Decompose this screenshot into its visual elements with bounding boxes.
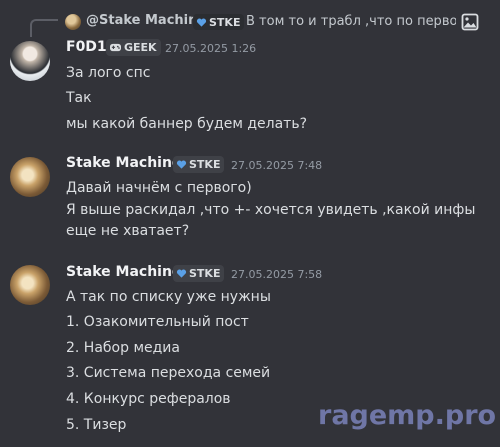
message-text: 3. Система перехода семей	[66, 365, 271, 381]
heart-shield-icon	[176, 269, 187, 278]
server-tag[interactable]: GEEK	[106, 39, 161, 56]
message-text: За лого спс	[66, 65, 151, 81]
message-text: 5. Тизер	[66, 417, 127, 433]
timestamp: 27.05.2025 7:58	[231, 268, 323, 281]
author-name[interactable]: F0D1	[66, 39, 107, 55]
heart-shield-icon	[196, 18, 207, 27]
gamepad-icon	[110, 43, 121, 52]
reply-preview[interactable]: @Stake Machine STKE В том то и трабл ,чт…	[0, 0, 500, 42]
reply-avatar[interactable]	[65, 14, 81, 30]
image-icon	[461, 13, 479, 31]
watermark: ragemp.pro	[318, 400, 497, 431]
server-tag-label: STKE	[189, 267, 221, 280]
author-name[interactable]: Stake Machine	[66, 155, 181, 171]
reply-connector	[30, 19, 58, 37]
message-text: еще не хватает?	[66, 223, 190, 239]
timestamp: 27.05.2025 1:26	[165, 42, 257, 55]
server-tag-label: STKE	[189, 158, 221, 171]
reply-server-tag[interactable]: STKE	[193, 14, 245, 30]
message-text: А так по списку уже нужны	[66, 289, 271, 305]
message-text: Так	[66, 90, 92, 106]
message-text: Я выше раскидал ,что +- хочется увидеть …	[66, 202, 476, 218]
reply-tag-label: STKE	[209, 15, 241, 29]
user-avatar[interactable]	[10, 265, 50, 305]
message-text: 2. Набор медиа	[66, 340, 180, 356]
server-tag[interactable]: STKE	[173, 156, 225, 173]
message-text: Давай начнём с первого)	[66, 180, 252, 196]
reply-text[interactable]: В том то и трабл ,что по первому ...	[246, 14, 456, 29]
user-avatar[interactable]	[10, 157, 50, 197]
message-text: 1. Озакомительный пост	[66, 314, 249, 330]
timestamp: 27.05.2025 7:48	[231, 159, 323, 172]
message-text: 4. Конкурс рефералов	[66, 391, 231, 407]
user-avatar[interactable]	[10, 41, 50, 81]
message-text: мы какой баннер будем делать?	[66, 116, 308, 132]
reply-author[interactable]: @Stake Machine	[86, 13, 206, 28]
author-name[interactable]: Stake Machine	[66, 264, 181, 280]
heart-shield-icon	[176, 160, 187, 169]
server-tag[interactable]: STKE	[173, 265, 225, 282]
server-tag-label: GEEK	[124, 41, 157, 54]
